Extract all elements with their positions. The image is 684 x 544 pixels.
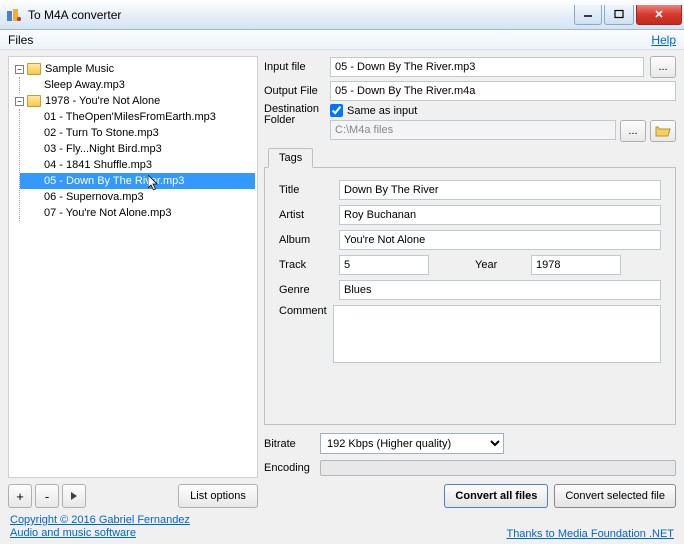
minimize-button[interactable] (574, 5, 602, 25)
folder-icon (27, 63, 41, 75)
thanks-link[interactable]: Thanks to Media Foundation .NET (506, 528, 674, 540)
input-file-label: Input file (264, 61, 324, 73)
tab-tags[interactable]: Tags (268, 148, 313, 168)
list-options-button[interactable]: List options (178, 484, 258, 508)
tags-panel: Title Artist Album Track Year Genre Comm… (264, 167, 676, 425)
folder-icon (27, 95, 41, 107)
encoding-label: Encoding (264, 462, 314, 474)
play-button[interactable] (62, 484, 86, 508)
copyright-link[interactable]: Copyright © 2016 Gabriel Fernandez (10, 514, 190, 527)
tree-item[interactable]: 01 - TheOpen'MilesFromEarth.mp3 (20, 109, 255, 125)
bitrate-label: Bitrate (264, 438, 314, 450)
same-as-input-checkbox[interactable] (330, 104, 343, 117)
album-label: Album (279, 234, 333, 246)
tree-item-selected[interactable]: 05 - Down By The River.mp3 (20, 173, 255, 189)
artist-label: Artist (279, 209, 333, 221)
app-icon (6, 7, 22, 23)
track-label: Track (279, 259, 333, 271)
encoding-progress (320, 460, 676, 476)
artist-field[interactable] (339, 205, 661, 225)
track-field[interactable] (339, 255, 429, 275)
convert-all-button[interactable]: Convert all files (444, 484, 548, 508)
convert-selected-button[interactable]: Convert selected file (554, 484, 676, 508)
same-as-input-label: Same as input (347, 105, 417, 117)
add-button[interactable]: + (8, 484, 32, 508)
bitrate-select[interactable]: 192 Kbps (Higher quality) (320, 433, 504, 454)
title-field[interactable] (339, 180, 661, 200)
dest-path-field (330, 120, 616, 140)
output-file-field[interactable] (330, 81, 676, 101)
menubar: Files Help (0, 30, 684, 50)
tree-folder[interactable]: − 1978 - You're Not Alone (11, 93, 255, 109)
help-link[interactable]: Help (651, 33, 676, 47)
tree-item[interactable]: Sleep Away.mp3 (20, 77, 255, 93)
folder-open-icon (655, 124, 671, 138)
open-folder-button[interactable] (650, 120, 676, 142)
comment-field[interactable] (333, 305, 661, 363)
tree-item[interactable]: 02 - Turn To Stone.mp3 (20, 125, 255, 141)
audio-software-link[interactable]: Audio and music software (10, 527, 190, 540)
file-tree[interactable]: − Sample Music Sleep Away.mp3 − 1978 - Y… (8, 56, 258, 478)
genre-field[interactable] (339, 280, 661, 300)
tree-item[interactable]: 03 - Fly...Night Bird.mp3 (20, 141, 255, 157)
tree-item[interactable]: 06 - Supernova.mp3 (20, 189, 255, 205)
maximize-button[interactable] (604, 5, 634, 25)
window-title: To M4A converter (28, 8, 574, 22)
year-label: Year (475, 259, 525, 271)
input-file-field[interactable] (330, 57, 644, 77)
tree-item[interactable]: 07 - You're Not Alone.mp3 (20, 205, 255, 221)
genre-label: Genre (279, 284, 333, 296)
title-label: Title (279, 184, 333, 196)
dest-folder-label: Destination Folder (264, 104, 324, 126)
tree-folder[interactable]: − Sample Music (11, 61, 255, 77)
browse-dest-button[interactable]: ... (620, 120, 646, 142)
titlebar: To M4A converter (0, 0, 684, 30)
close-button[interactable] (636, 5, 682, 25)
browse-input-button[interactable]: ... (650, 56, 676, 78)
remove-button[interactable]: - (35, 484, 59, 508)
footer: Copyright © 2016 Gabriel Fernandez Audio… (0, 514, 684, 544)
year-field[interactable] (531, 255, 621, 275)
collapse-icon[interactable]: − (15, 65, 24, 74)
output-file-label: Output File (264, 85, 324, 97)
tree-item[interactable]: 04 - 1841 Shuffle.mp3 (20, 157, 255, 173)
comment-label: Comment (279, 305, 327, 317)
album-field[interactable] (339, 230, 661, 250)
menu-files[interactable]: Files (8, 33, 33, 47)
collapse-icon[interactable]: − (15, 97, 24, 106)
